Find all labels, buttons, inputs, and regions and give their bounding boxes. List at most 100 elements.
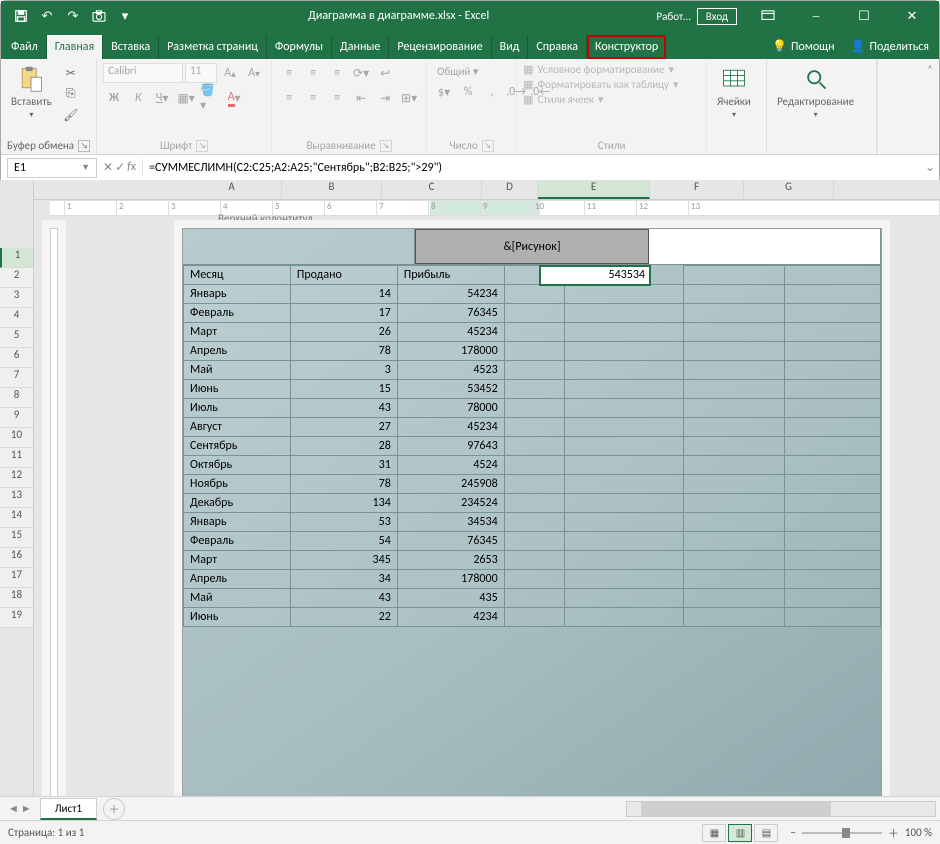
header-left[interactable] (183, 229, 415, 264)
cell[interactable] (684, 570, 784, 589)
cell[interactable] (684, 342, 784, 361)
cell[interactable] (684, 323, 784, 342)
cell[interactable] (684, 608, 784, 627)
merge-icon[interactable]: ⊞▾ (398, 88, 420, 108)
row-header[interactable]: 15 (0, 528, 33, 548)
cell[interactable]: 435 (397, 589, 504, 608)
row-header[interactable]: 12 (0, 468, 33, 488)
cell[interactable] (684, 399, 784, 418)
column-header-D[interactable]: D (482, 180, 538, 199)
cell[interactable]: 234524 (397, 494, 504, 513)
cell[interactable]: 178000 (397, 342, 504, 361)
cell[interactable] (684, 475, 784, 494)
cell[interactable]: 54234 (397, 285, 504, 304)
cell[interactable]: 53452 (397, 380, 504, 399)
column-header-C[interactable]: C (382, 180, 482, 199)
tab-data[interactable]: Данные (332, 35, 389, 59)
cell[interactable] (504, 342, 564, 361)
row-header[interactable]: 2 (0, 268, 33, 288)
cell[interactable] (784, 456, 880, 475)
cell[interactable] (504, 570, 564, 589)
cell[interactable] (504, 494, 564, 513)
row-header[interactable]: 9 (0, 408, 33, 428)
column-header-G[interactable]: G (744, 180, 834, 199)
cell[interactable]: 245908 (397, 475, 504, 494)
currency-icon[interactable]: $▾ (433, 82, 455, 102)
cell[interactable]: 15 (290, 380, 397, 399)
cell[interactable] (784, 285, 880, 304)
cell[interactable] (564, 342, 684, 361)
cell[interactable] (784, 532, 880, 551)
border-button[interactable]: ▦▾ (175, 88, 197, 108)
cell[interactable] (684, 551, 784, 570)
minimize-button[interactable]: ─ (793, 1, 839, 31)
header-right[interactable] (649, 229, 881, 264)
cell[interactable]: Май (184, 589, 291, 608)
cell[interactable] (504, 513, 564, 532)
row-header[interactable]: 8 (0, 388, 33, 408)
cell[interactable]: 3 (290, 361, 397, 380)
italic-button[interactable]: К (127, 88, 149, 108)
cell[interactable] (684, 285, 784, 304)
cell[interactable] (684, 418, 784, 437)
cell[interactable]: 34534 (397, 513, 504, 532)
cell[interactable]: Декабрь (184, 494, 291, 513)
cell[interactable] (504, 437, 564, 456)
cell[interactable]: Февраль (184, 304, 291, 323)
cell[interactable] (564, 608, 684, 627)
row-header[interactable]: 6 (0, 348, 33, 368)
decrease-indent-icon[interactable]: ⇤ (350, 88, 372, 108)
cell[interactable] (504, 475, 564, 494)
cell[interactable]: 45234 (397, 418, 504, 437)
row-header[interactable]: 18 (0, 588, 33, 608)
enter-formula-icon[interactable]: ✓ (115, 160, 125, 175)
column-header-B[interactable]: B (282, 180, 382, 199)
cell[interactable] (504, 532, 564, 551)
cell[interactable]: Январь (184, 285, 291, 304)
fill-color-button[interactable]: 🪣▾ (199, 88, 221, 108)
cell[interactable] (564, 304, 684, 323)
cell[interactable] (684, 266, 784, 285)
sheet-nav-prev[interactable]: ◄ (8, 802, 19, 815)
cell[interactable] (564, 456, 684, 475)
zoom-level[interactable]: 100 % (905, 826, 932, 839)
number-dialog-launcher[interactable]: ↘ (482, 140, 494, 152)
scrollbar-thumb[interactable] (641, 802, 831, 816)
wrap-text-icon[interactable]: ↩ (374, 63, 396, 83)
row-header[interactable]: 16 (0, 548, 33, 568)
cell[interactable]: 78 (290, 475, 397, 494)
qat-customize[interactable]: ▾ (113, 4, 137, 28)
cell[interactable] (564, 323, 684, 342)
horizontal-scrollbar[interactable] (626, 801, 936, 817)
cell[interactable] (504, 361, 564, 380)
tab-review[interactable]: Рецензирование (389, 35, 491, 59)
tab-page-layout[interactable]: Разметка страниц (159, 35, 267, 59)
align-bottom-icon[interactable]: ≡ (326, 63, 348, 83)
column-header-A[interactable]: A (182, 180, 282, 199)
cell[interactable]: Месяц (184, 266, 291, 285)
view-page-layout[interactable]: ▥ (728, 824, 752, 842)
login-button[interactable]: Вход (697, 8, 737, 25)
cell[interactable] (784, 342, 880, 361)
align-top-icon[interactable]: ≡ (278, 63, 300, 83)
align-right-icon[interactable]: ≡ (326, 88, 348, 108)
cell[interactable] (784, 570, 880, 589)
tab-insert[interactable]: Вставка (103, 35, 159, 59)
cell[interactable]: 45234 (397, 323, 504, 342)
cell[interactable]: 34 (290, 570, 397, 589)
conditional-formatting-button[interactable]: ▦Условное форматирование▾ (523, 63, 674, 76)
tab-home[interactable]: Главная (47, 35, 103, 59)
maximize-button[interactable]: ☐ (841, 1, 887, 31)
cell[interactable]: 2653 (397, 551, 504, 570)
cell[interactable]: 345 (290, 551, 397, 570)
clipboard-dialog-launcher[interactable]: ↘ (78, 140, 90, 152)
cell[interactable] (564, 551, 684, 570)
underline-button[interactable]: Ч▾ (151, 88, 173, 108)
cell[interactable]: 78 (290, 342, 397, 361)
cell[interactable] (784, 551, 880, 570)
cell[interactable]: Февраль (184, 532, 291, 551)
cell[interactable] (784, 494, 880, 513)
align-dialog-launcher[interactable]: ↘ (380, 140, 392, 152)
number-format-combo[interactable]: Общий ▾ (433, 63, 511, 80)
cell[interactable] (784, 418, 880, 437)
